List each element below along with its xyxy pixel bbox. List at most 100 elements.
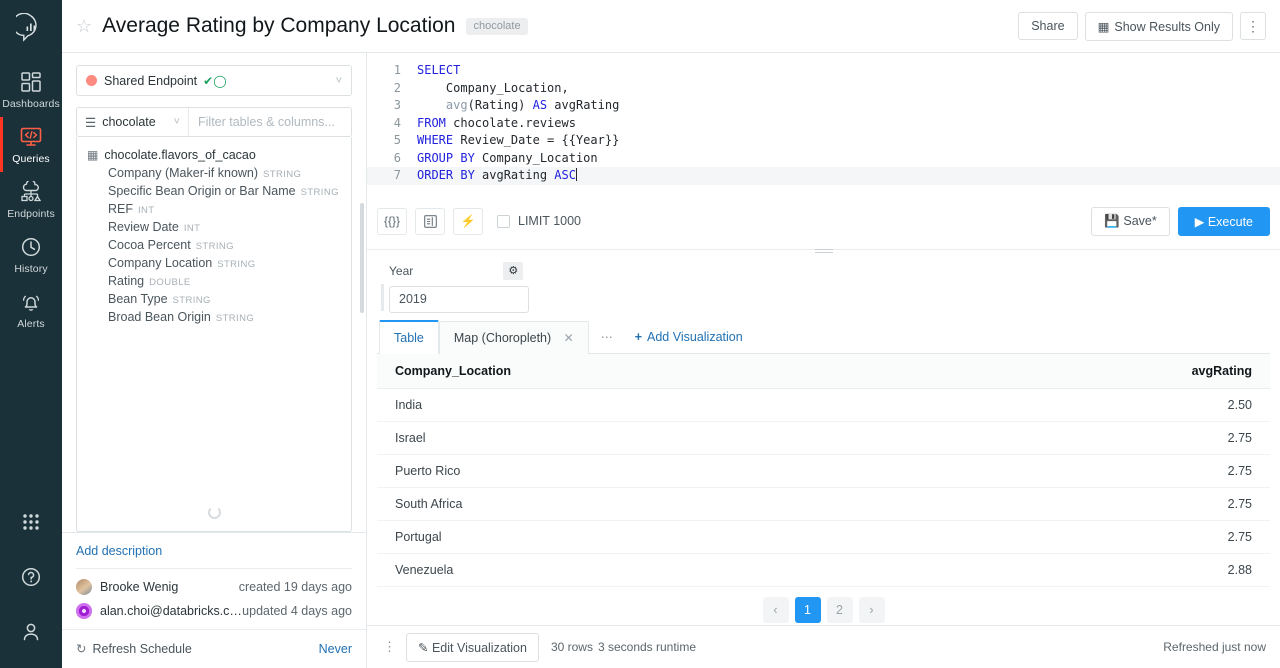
databricks-sql-logo-icon[interactable] bbox=[16, 13, 46, 48]
column-type: INT bbox=[138, 205, 155, 216]
add-description-link[interactable]: Add description bbox=[76, 544, 352, 558]
app-root: Dashboards Queries bbox=[0, 0, 1280, 668]
column-name: Broad Bean Origin bbox=[108, 310, 211, 324]
parameters-row: Year ⚙ bbox=[377, 250, 1270, 319]
more-vertical-icon[interactable]: ⋮ bbox=[381, 639, 406, 655]
resize-handle[interactable] bbox=[367, 241, 1280, 249]
add-parameter-icon[interactable]: {{}} bbox=[377, 208, 407, 235]
apps-grid-icon[interactable] bbox=[0, 497, 62, 552]
column-name: REF bbox=[108, 202, 133, 216]
cell-location: Portugal bbox=[377, 520, 923, 553]
column-type: STRING bbox=[217, 259, 255, 270]
sidebar-item-history[interactable]: History bbox=[0, 227, 62, 282]
column-name: Specific Bean Origin or Bar Name bbox=[108, 184, 296, 198]
pagination-page-1[interactable]: 1 bbox=[795, 597, 821, 623]
history-icon bbox=[0, 236, 62, 260]
execute-button[interactable]: ▶ Execute bbox=[1178, 207, 1270, 236]
table-row: South Africa 2.75 bbox=[377, 487, 1270, 520]
person-name: Brooke Wenig bbox=[100, 580, 178, 594]
sidebar-item-endpoints[interactable]: Endpoints bbox=[0, 172, 62, 227]
code-line: 4 FROM chocolate.reviews bbox=[367, 115, 1280, 133]
table-row: India 2.50 bbox=[377, 388, 1270, 421]
code-token: avgRating bbox=[547, 98, 619, 112]
row-count: 30 rows bbox=[551, 640, 593, 654]
column-type: STRING bbox=[263, 169, 301, 180]
schema-column[interactable]: Cocoa PercentSTRING bbox=[77, 236, 351, 254]
parameter-input-year[interactable] bbox=[389, 286, 529, 313]
sidebar-item-dashboards[interactable]: Dashboards bbox=[0, 62, 62, 117]
parameter-header: Year ⚙ bbox=[389, 262, 529, 280]
pagination-prev[interactable]: ‹ bbox=[763, 597, 789, 623]
schema-table-node[interactable]: ▦ chocolate.flavors_of_cacao bbox=[77, 146, 351, 164]
cell-location: South Africa bbox=[377, 487, 923, 520]
sql-code[interactable]: 1 SELECT 2 Company_Location, 3 avg(Ratin… bbox=[367, 62, 1280, 201]
person-meta: updated 4 days ago bbox=[242, 604, 352, 618]
schema-column[interactable]: Company Location STRING bbox=[77, 254, 351, 272]
results-pane: Year ⚙ Table Map (Choropleth) ✕ bbox=[367, 250, 1280, 626]
save-button[interactable]: 💾 Save* bbox=[1091, 207, 1169, 236]
refresh-schedule-value[interactable]: Never bbox=[319, 642, 352, 656]
plus-icon: + bbox=[635, 330, 642, 344]
edit-icon: ✎ bbox=[418, 641, 428, 655]
show-results-label: Show Results Only bbox=[1114, 20, 1220, 34]
schema-column[interactable]: REF INT bbox=[77, 200, 351, 218]
tab-table[interactable]: Table bbox=[379, 320, 439, 354]
add-visualization-button[interactable]: +Add Visualization bbox=[625, 321, 753, 353]
schema-column[interactable]: Broad Bean OriginSTRING bbox=[77, 308, 351, 326]
column-header-avgrating[interactable]: avgRating bbox=[923, 354, 1270, 389]
schema-scrollbar[interactable] bbox=[360, 203, 364, 313]
help-icon[interactable] bbox=[0, 552, 62, 607]
sidebar-item-alerts[interactable]: Alerts bbox=[0, 282, 62, 337]
table-icon: ▦ bbox=[1098, 20, 1110, 34]
refreshed-status: Refreshed just now bbox=[1163, 640, 1266, 654]
code-token: Company_Location bbox=[475, 151, 598, 165]
avatar bbox=[76, 603, 92, 619]
person-meta: created 19 days ago bbox=[239, 580, 352, 594]
description-area: Add description Brooke Wenig created 19 … bbox=[62, 532, 366, 627]
parameter-label: Year bbox=[389, 264, 413, 278]
tab-map-choropleth[interactable]: Map (Choropleth) ✕ bbox=[439, 321, 589, 354]
limit-control[interactable]: LIMIT 1000 bbox=[497, 214, 581, 228]
account-icon[interactable] bbox=[0, 607, 62, 662]
schema-column[interactable]: Review DateINT bbox=[77, 218, 351, 236]
ellipsis-icon[interactable]: ⋯ bbox=[589, 321, 625, 353]
code-token: AS bbox=[533, 98, 547, 112]
sidebar-label: Alerts bbox=[0, 318, 62, 330]
cell-location: Israel bbox=[377, 421, 923, 454]
line-number: 7 bbox=[377, 167, 401, 185]
lightning-icon[interactable]: ⚡ bbox=[453, 208, 483, 235]
sql-editor[interactable]: 1 SELECT 2 Company_Location, 3 avg(Ratin… bbox=[367, 53, 1280, 250]
gear-icon[interactable]: ⚙ bbox=[503, 262, 523, 280]
code-token: BY bbox=[460, 151, 474, 165]
endpoint-selector[interactable]: Shared Endpoint ✔◯ ˅ bbox=[76, 65, 352, 96]
rail-bottom-actions bbox=[0, 497, 62, 668]
column-header-company-location[interactable]: Company_Location bbox=[377, 354, 923, 389]
refresh-schedule-row: ↻ Refresh Schedule Never bbox=[62, 629, 366, 668]
sidebar-item-queries[interactable]: Queries bbox=[0, 117, 62, 172]
edit-visualization-button[interactable]: ✎ Edit Visualization bbox=[406, 633, 539, 662]
close-icon[interactable]: ✕ bbox=[564, 331, 574, 345]
schema-filter-input[interactable] bbox=[189, 108, 352, 136]
database-selector[interactable]: ☰ chocolate ˅ bbox=[77, 108, 189, 136]
schema-loading bbox=[77, 506, 351, 524]
main-area: ☆ Average Rating by Company Location cho… bbox=[62, 0, 1280, 668]
schema-column[interactable]: Specific Bean Origin or Bar NameSTRING bbox=[77, 182, 351, 200]
code-token: ORDER bbox=[417, 168, 453, 182]
queries-icon bbox=[0, 126, 62, 150]
share-button[interactable]: Share bbox=[1018, 12, 1077, 40]
schema-column[interactable]: Company (Maker-if known)STRING bbox=[77, 164, 351, 182]
schema-column[interactable]: RatingDOUBLE bbox=[77, 272, 351, 290]
more-vertical-icon[interactable]: ⋮ bbox=[1240, 12, 1266, 40]
code-token: ASC bbox=[554, 168, 576, 182]
limit-checkbox[interactable] bbox=[497, 215, 510, 228]
column-name: Company Location bbox=[108, 256, 212, 270]
line-number: 5 bbox=[377, 132, 401, 150]
schema-column[interactable]: Bean TypeSTRING bbox=[77, 290, 351, 308]
show-results-only-button[interactable]: ▦ Show Results Only bbox=[1085, 12, 1233, 41]
star-outline-icon[interactable]: ☆ bbox=[76, 17, 92, 35]
pagination-next[interactable]: › bbox=[859, 597, 885, 623]
column-type: STRING bbox=[196, 241, 234, 252]
pagination-page-2[interactable]: 2 bbox=[827, 597, 853, 623]
format-query-icon[interactable] bbox=[415, 208, 445, 235]
cell-rating: 2.75 bbox=[923, 454, 1270, 487]
